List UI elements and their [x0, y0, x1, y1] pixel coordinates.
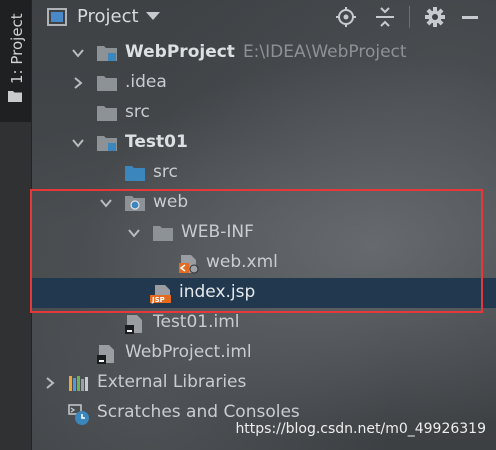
folder-icon	[97, 106, 117, 121]
tree-node-label: External Libraries	[97, 372, 247, 392]
tree-node-src[interactable]: src	[32, 98, 496, 128]
tool-window-stripe: 1: Project	[0, 0, 32, 450]
chevron-down-icon[interactable]	[146, 12, 160, 21]
module-folder-icon	[97, 46, 117, 61]
tree-node-label: WebProject E:\IDEA\WebProject	[125, 42, 407, 62]
tree-node-idea[interactable]: .idea	[32, 68, 496, 98]
project-window-icon	[47, 8, 67, 26]
tree-node-web-inf[interactable]: WEB-INF	[32, 218, 496, 248]
tree-node-label: Test01	[125, 132, 188, 152]
tree-node-test01[interactable]: Test01	[32, 128, 496, 158]
tree-node-external-libraries[interactable]: External Libraries	[32, 368, 496, 398]
folder-icon	[153, 226, 173, 241]
iml-file-icon	[125, 315, 142, 334]
iml-file-icon	[97, 345, 114, 364]
tree-node-label: src	[125, 102, 150, 122]
tree-node-label: index.jsp	[179, 282, 256, 302]
gear-icon[interactable]	[425, 7, 445, 27]
project-name: WebProject	[125, 42, 235, 62]
svg-text:JSP: JSP	[151, 296, 165, 304]
tree-node-label: WebProject.iml	[125, 342, 252, 362]
tree-node-label: web	[153, 192, 189, 212]
tree-node-test01-iml[interactable]: Test01.iml	[32, 308, 496, 338]
chevron-right-icon[interactable]	[72, 77, 84, 89]
tree-node-label: Scratches and Consoles	[97, 402, 300, 422]
tree-node-label: WEB-INF	[181, 222, 254, 242]
tree-node-web-xml[interactable]: web.xml	[32, 248, 496, 278]
jsp-file-icon: JSP	[150, 285, 171, 304]
tree-node-test01-src[interactable]: src	[32, 158, 496, 188]
tree-node-webproject[interactable]: WebProject E:\IDEA\WebProject	[32, 38, 496, 68]
folder-icon	[97, 76, 117, 91]
tree-node-label: Test01.iml	[153, 312, 240, 332]
web-folder-icon	[125, 196, 145, 211]
libraries-icon	[69, 376, 88, 391]
tree-node-label: web.xml	[206, 252, 278, 272]
chevron-right-icon[interactable]	[44, 377, 56, 389]
folder-icon	[8, 91, 22, 102]
scratches-icon	[68, 404, 89, 425]
tree-node-index-jsp[interactable]: JSP index.jsp	[32, 278, 496, 308]
module-folder-icon	[97, 136, 117, 151]
tree-node-webproject-iml[interactable]: WebProject.iml	[32, 338, 496, 368]
locate-icon[interactable]	[336, 7, 356, 27]
panel-title[interactable]: Project	[77, 6, 139, 27]
project-path: E:\IDEA\WebProject	[242, 42, 407, 62]
chevron-down-icon[interactable]	[100, 197, 112, 209]
tree-node-label: src	[153, 162, 178, 182]
chevron-down-icon[interactable]	[72, 47, 84, 59]
minimize-icon[interactable]	[460, 7, 480, 27]
project-tool-tab-label: 1: Project	[8, 13, 26, 84]
chevron-down-icon[interactable]	[128, 227, 140, 239]
chevron-down-icon[interactable]	[72, 137, 84, 149]
collapse-all-icon[interactable]	[375, 7, 395, 27]
xml-file-icon	[179, 255, 199, 274]
tree-node-label: .idea	[125, 72, 167, 92]
tree-node-web[interactable]: web	[32, 188, 496, 218]
toolbar-divider	[409, 6, 410, 28]
project-tool-tab[interactable]: 1: Project	[0, 0, 31, 122]
watermark: https://blog.csdn.net/m0_49926319	[235, 421, 486, 437]
project-panel-header: Project	[32, 0, 496, 34]
source-folder-icon	[125, 166, 145, 181]
